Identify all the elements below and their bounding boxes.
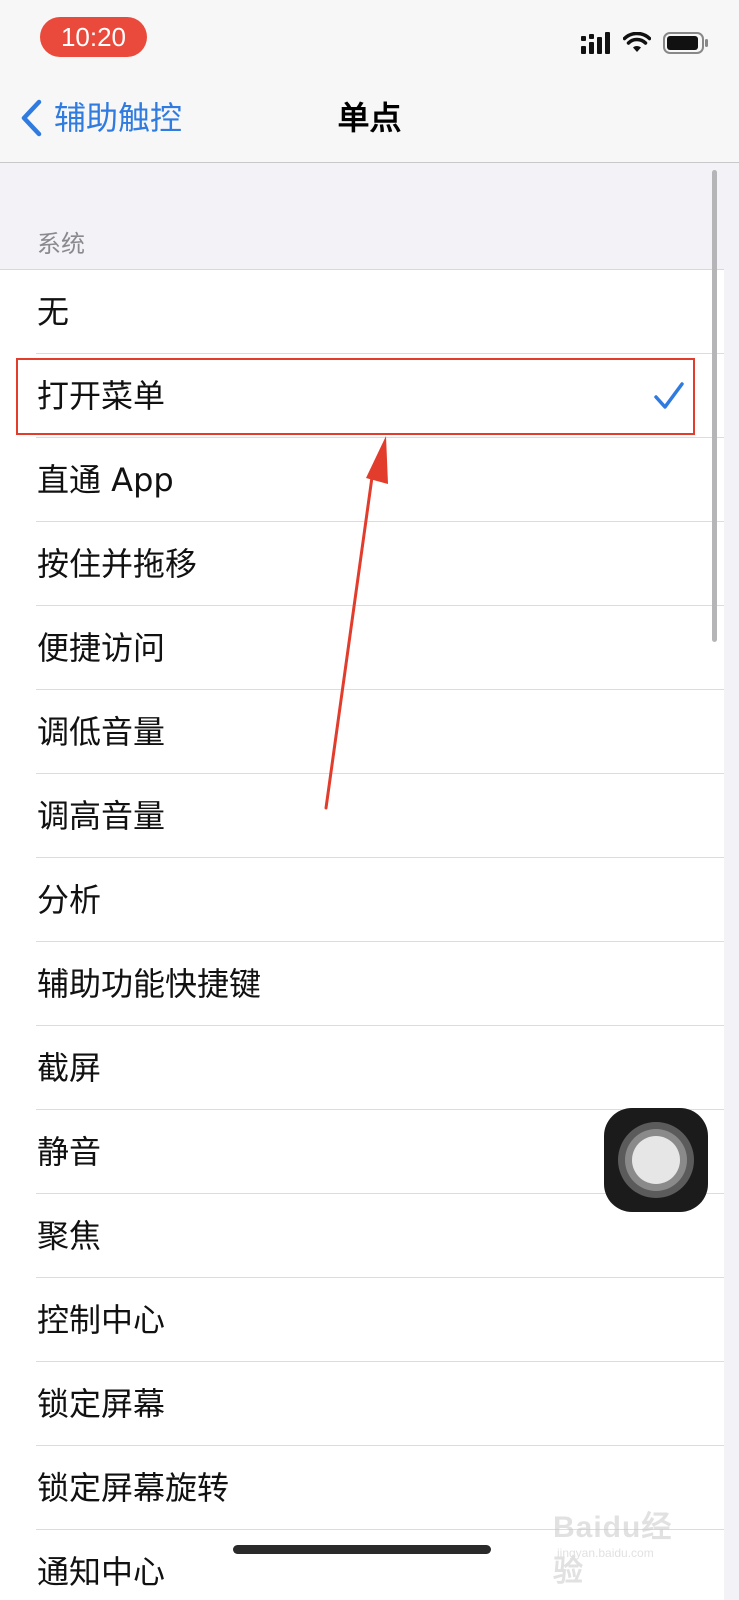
list-item-label: 无: [37, 293, 70, 331]
cellular-signal-icon: [581, 32, 610, 54]
status-icons: [581, 30, 709, 56]
assistive-touch-ring-mid: [625, 1129, 687, 1191]
list-item-label: 按住并拖移: [37, 545, 198, 583]
scroll-indicator[interactable]: [712, 170, 717, 642]
status-bar: 10:20: [0, 0, 739, 76]
assistive-touch-button[interactable]: [604, 1108, 708, 1212]
list-item[interactable]: 通知中心: [0, 1530, 724, 1600]
list-item-selected[interactable]: 打开菜单: [0, 354, 724, 438]
assistive-touch-ring: [618, 1122, 694, 1198]
status-time: 10:20: [40, 17, 147, 57]
list-item-label: 锁定屏幕旋转: [37, 1469, 230, 1507]
list-item[interactable]: 锁定屏幕旋转: [0, 1446, 724, 1530]
home-indicator[interactable]: [233, 1545, 491, 1554]
list-item-label: 便捷访问: [37, 629, 166, 667]
list-item-label: 控制中心: [37, 1301, 166, 1339]
assistive-touch-ring-inner: [632, 1136, 680, 1184]
list-item[interactable]: 控制中心: [0, 1278, 724, 1362]
list-item[interactable]: 锁定屏幕: [0, 1362, 724, 1446]
list-item[interactable]: 调低音量: [0, 690, 724, 774]
list-item-label: 打开菜单: [37, 377, 166, 415]
list-item[interactable]: 按住并拖移: [0, 522, 724, 606]
battery-icon: [663, 32, 708, 54]
list-item-label: 截屏: [37, 1049, 102, 1087]
page-title: 单点: [337, 99, 402, 137]
list-item-label: 调高音量: [37, 797, 166, 835]
list-item-label: 调低音量: [37, 713, 166, 751]
list-item[interactable]: 辅助功能快捷键: [0, 942, 724, 1026]
settings-screen: 10:20 辅助触控 单点 系统 无 打开菜单 直通 App 按住并拖移 便捷访…: [0, 0, 739, 1600]
list-item[interactable]: 便捷访问: [0, 606, 724, 690]
list-item[interactable]: 分析: [0, 858, 724, 942]
list-item-label: 辅助功能快捷键: [37, 965, 262, 1003]
wifi-icon: [623, 32, 651, 52]
action-option-list: 无 打开菜单 直通 App 按住并拖移 便捷访问 调低音量 调高音量 分析 辅助…: [0, 269, 724, 1600]
list-item-label: 静音: [37, 1133, 102, 1171]
navigation-bar: 辅助触控 单点: [0, 76, 739, 163]
list-item-label: 分析: [37, 881, 102, 919]
checkmark-icon: [654, 382, 684, 409]
list-item[interactable]: 直通 App: [0, 438, 724, 522]
list-item-label: 锁定屏幕: [37, 1385, 166, 1423]
list-item[interactable]: 无: [0, 270, 724, 354]
list-item-label: 直通 App: [37, 461, 174, 499]
section-header-system: 系统: [37, 230, 85, 258]
list-item-label: 通知中心: [37, 1553, 166, 1591]
list-item[interactable]: 调高音量: [0, 774, 724, 858]
list-item-label: 聚焦: [37, 1217, 102, 1255]
list-item[interactable]: 截屏: [0, 1026, 724, 1110]
